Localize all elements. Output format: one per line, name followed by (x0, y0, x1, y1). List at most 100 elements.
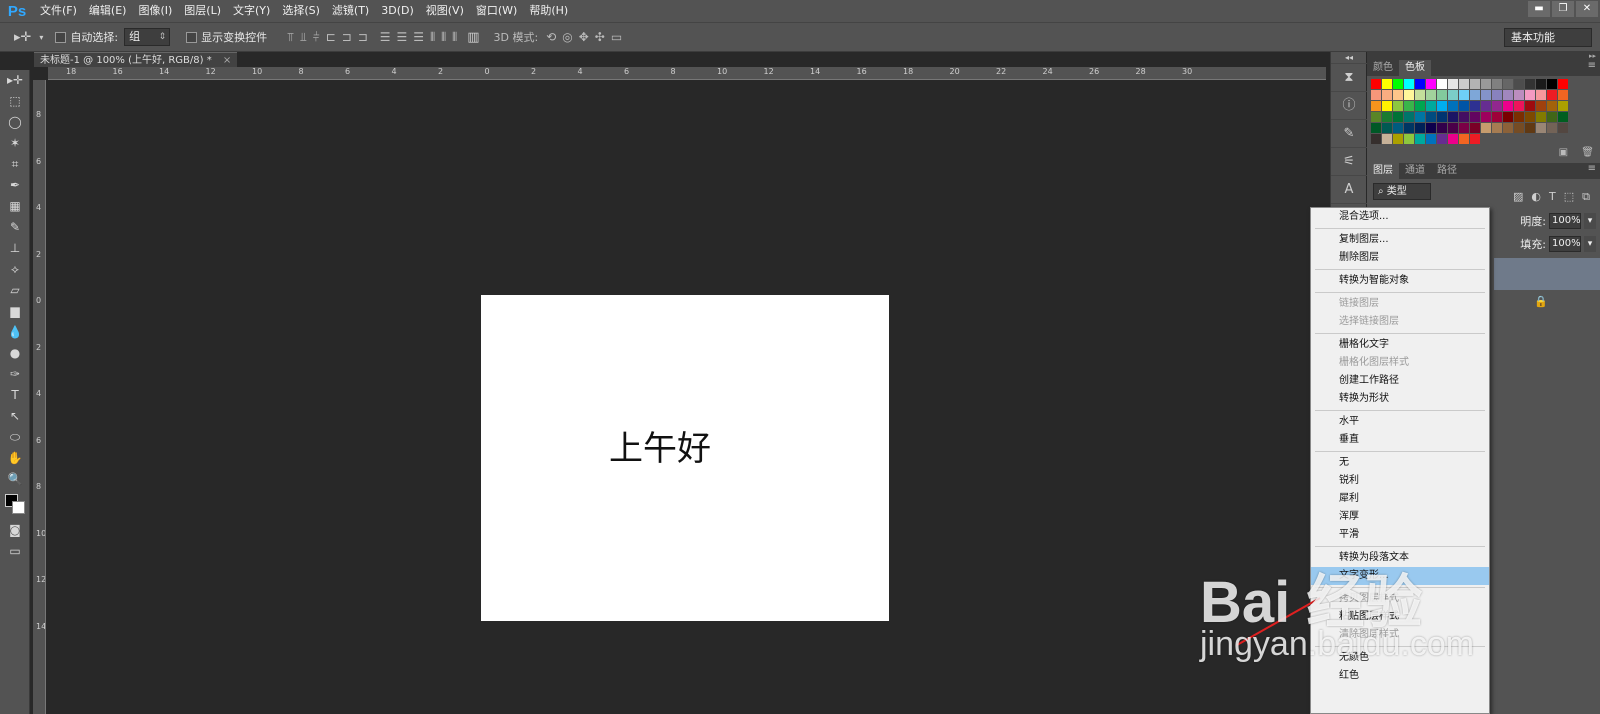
color-swatch[interactable] (1547, 123, 1557, 133)
color-swatch[interactable] (1558, 112, 1568, 122)
context-menu-item[interactable]: 粘贴图层样式 (1311, 608, 1489, 626)
color-swatch[interactable] (1492, 90, 1502, 100)
color-swatch[interactable] (1525, 123, 1535, 133)
color-swatch[interactable] (1426, 123, 1436, 133)
color-swatch[interactable] (1459, 123, 1469, 133)
color-swatch[interactable] (1437, 90, 1447, 100)
stamp-tool-icon[interactable]: ⊥ (0, 238, 30, 259)
ellipse-tool-icon[interactable]: ⬭ (0, 427, 30, 448)
tab-channels[interactable]: 通道 (1399, 163, 1431, 179)
eyedropper-icon[interactable]: ✒ (0, 175, 30, 196)
tab-swatches[interactable]: 色板 (1399, 60, 1431, 76)
history-brush-icon[interactable]: ⟡ (0, 259, 30, 280)
distribute-bottom-icon[interactable]: ☰ (413, 30, 424, 45)
color-swatch[interactable] (1547, 112, 1557, 122)
auto-select-dropdown[interactable]: 组 (124, 28, 171, 46)
delete-swatch-icon[interactable]: 🗑 (1581, 147, 1594, 158)
color-swatch[interactable] (1536, 123, 1546, 133)
brush-preset-icon[interactable]: ✎ (1331, 120, 1367, 148)
tab-color[interactable]: 颜色 (1367, 60, 1399, 76)
align-left-icon[interactable]: ⊏ (326, 30, 336, 45)
context-menu-item[interactable]: 转换为形状 (1311, 390, 1489, 408)
background-color[interactable] (12, 501, 25, 514)
color-swatch[interactable] (1393, 134, 1403, 144)
color-swatch[interactable] (1426, 90, 1436, 100)
color-swatch[interactable] (1448, 101, 1458, 111)
color-swatch[interactable] (1503, 90, 1513, 100)
color-swatch[interactable] (1481, 101, 1491, 111)
restore-icon[interactable]: ❐ (1552, 1, 1574, 17)
align-top-icon[interactable]: ⫪ (287, 30, 294, 45)
collapse-icon[interactable]: ◂◂ (1331, 52, 1367, 64)
gradient-tool-icon[interactable]: ▆ (0, 301, 30, 322)
menu-item[interactable]: 帮助(H) (523, 0, 574, 22)
context-menu-item[interactable]: 转换为智能对象 (1311, 272, 1489, 290)
color-swatch[interactable] (1371, 112, 1381, 122)
move-tool-icon[interactable]: ▸✛ (0, 70, 30, 91)
align-hcenter-icon[interactable]: ⊐ (342, 30, 352, 45)
color-swatch[interactable] (1481, 79, 1491, 89)
panel-collapse[interactable]: ▸▸ (1367, 52, 1600, 60)
color-swatch[interactable] (1492, 101, 1502, 111)
opacity-input[interactable]: 100% (1549, 213, 1581, 229)
move-tool-icon[interactable]: ▸✛ (14, 30, 31, 45)
color-swatch[interactable] (1470, 90, 1480, 100)
context-menu-item[interactable]: 转换为段落文本 (1311, 549, 1489, 567)
lock-icon[interactable]: 🔒 (1534, 295, 1548, 308)
color-swatch[interactable] (1459, 112, 1469, 122)
color-swatch[interactable] (1481, 112, 1491, 122)
color-swatch[interactable] (1514, 101, 1524, 111)
menu-item[interactable]: 选择(S) (276, 0, 326, 22)
color-swatch[interactable] (1459, 134, 1469, 144)
color-swatch[interactable] (1404, 101, 1414, 111)
color-swatch[interactable] (1503, 79, 1513, 89)
color-swatch[interactable] (1558, 101, 1568, 111)
color-swatch[interactable] (1371, 90, 1381, 100)
color-swatch[interactable] (1426, 112, 1436, 122)
color-swatch[interactable] (1371, 79, 1381, 89)
align-vcenter-icon[interactable]: ⫫ (300, 30, 307, 45)
color-swatch[interactable] (1448, 79, 1458, 89)
color-swatch[interactable] (1415, 123, 1425, 133)
context-menu-item[interactable]: 犀利 (1311, 490, 1489, 508)
show-transform-checkbox[interactable] (186, 31, 198, 43)
color-swatch[interactable] (1470, 101, 1480, 111)
fill-input[interactable]: 100% (1549, 236, 1581, 252)
color-swatch[interactable] (1481, 123, 1491, 133)
context-menu-item[interactable]: 垂直 (1311, 431, 1489, 449)
color-swatch[interactable] (1382, 112, 1392, 122)
color-swatch[interactable] (1437, 112, 1447, 122)
context-menu-item[interactable]: 创建工作路径 (1311, 372, 1489, 390)
tab-paths[interactable]: 路径 (1431, 163, 1463, 179)
color-swatch[interactable] (1481, 90, 1491, 100)
color-swatch[interactable] (1393, 123, 1403, 133)
selected-layer-row[interactable] (1494, 258, 1600, 290)
3d-rotate-icon[interactable]: ⟲ (546, 30, 556, 44)
context-menu-item[interactable]: 锐利 (1311, 472, 1489, 490)
path-select-icon[interactable]: ↖ (0, 406, 30, 427)
color-swatch[interactable] (1558, 79, 1568, 89)
panel-menu-icon[interactable]: ≡ (1588, 60, 1600, 76)
color-swatch[interactable] (1514, 90, 1524, 100)
canvas-area[interactable]: 上午好 (47, 81, 1326, 714)
text-layer-content[interactable]: 上午好 (609, 421, 711, 470)
color-swatch[interactable] (1382, 90, 1392, 100)
context-menu-item[interactable]: 文字变形... (1311, 567, 1489, 585)
color-swatch[interactable] (1459, 90, 1469, 100)
align-right-icon[interactable]: ⊐ (358, 30, 368, 45)
menu-item[interactable]: 视图(V) (420, 0, 470, 22)
color-swatch[interactable] (1448, 134, 1458, 144)
color-swatch[interactable] (1558, 123, 1568, 133)
color-swatch[interactable] (1426, 79, 1436, 89)
color-swatch[interactable] (1470, 112, 1480, 122)
blur-tool-icon[interactable]: 💧 (0, 322, 30, 343)
chevron-down-icon[interactable]: ▾ (39, 33, 43, 42)
color-swatch[interactable] (1525, 112, 1535, 122)
context-menu-item[interactable]: 复制图层... (1311, 231, 1489, 249)
color-swatch[interactable] (1536, 112, 1546, 122)
color-swatch[interactable] (1525, 101, 1535, 111)
color-swatch[interactable] (1470, 134, 1480, 144)
magic-wand-icon[interactable]: ✶ (0, 133, 30, 154)
pen-tool-icon[interactable]: ✑ (0, 364, 30, 385)
context-menu-item[interactable]: 删除图层 (1311, 249, 1489, 267)
